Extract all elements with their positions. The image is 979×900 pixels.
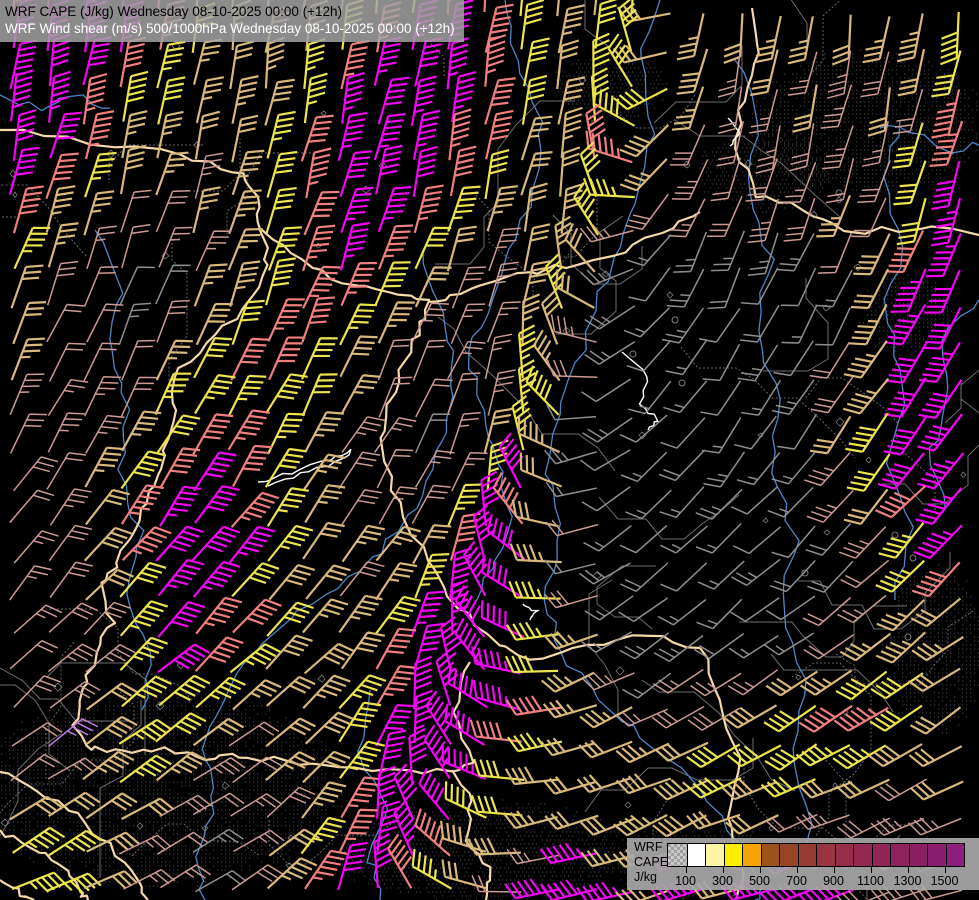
cape-colorbar-cell (872, 844, 891, 866)
cape-colorbar-cell (668, 844, 687, 866)
cape-colorbar-cell (724, 844, 743, 866)
cape-colorbar-tick (834, 867, 835, 873)
cape-colorbar-tick (760, 867, 761, 873)
cape-colorbar-cell (798, 844, 817, 866)
cape-legend-label-cape: CAPE (634, 855, 668, 870)
cape-colorbar-tick (723, 867, 724, 873)
cape-colorbar-tick (871, 867, 872, 873)
weather-map (0, 0, 979, 900)
cape-colorbar-cell (890, 844, 909, 866)
cape-colorbar-cell (909, 844, 928, 866)
cape-colorbar-ticks: 100300500700900110013001500 (667, 867, 963, 889)
cape-colorbar-cell (816, 844, 835, 866)
cape-colorbar-cell (835, 844, 854, 866)
cape-colorbar-cell (742, 844, 761, 866)
map-title-cape-line: WRF CAPE (J/kg) Wednesday 08-10-2025 00:… (5, 3, 455, 20)
cape-colorbar-cell (687, 844, 706, 866)
cape-colorbar-tick-label: 1500 (923, 874, 967, 888)
cape-colorbar-cell (946, 844, 965, 866)
cape-colorbar (667, 843, 965, 867)
cape-colorbar-tick (908, 867, 909, 873)
cape-colorbar-tick (945, 867, 946, 873)
cape-colorbar-cell (779, 844, 798, 866)
map-title-shear-line: WRF Wind shear (m/s) 500/1000hPa Wednesd… (5, 20, 455, 37)
cape-colorbar-cell (761, 844, 780, 866)
map-title: WRF CAPE (J/kg) Wednesday 08-10-2025 00:… (0, 0, 464, 42)
cape-colorbar-tick (797, 867, 798, 873)
cape-colorbar-cell (927, 844, 946, 866)
cape-legend: WRF CAPE J/kg 10030050070090011001300150… (627, 838, 979, 890)
weather-map-viewport: WRF CAPE (J/kg) Wednesday 08-10-2025 00:… (0, 0, 979, 900)
cape-colorbar-cell (853, 844, 872, 866)
cape-legend-label-wrf: WRF (634, 840, 668, 855)
cape-colorbar-tick (686, 867, 687, 873)
cape-colorbar-cell (705, 844, 724, 866)
